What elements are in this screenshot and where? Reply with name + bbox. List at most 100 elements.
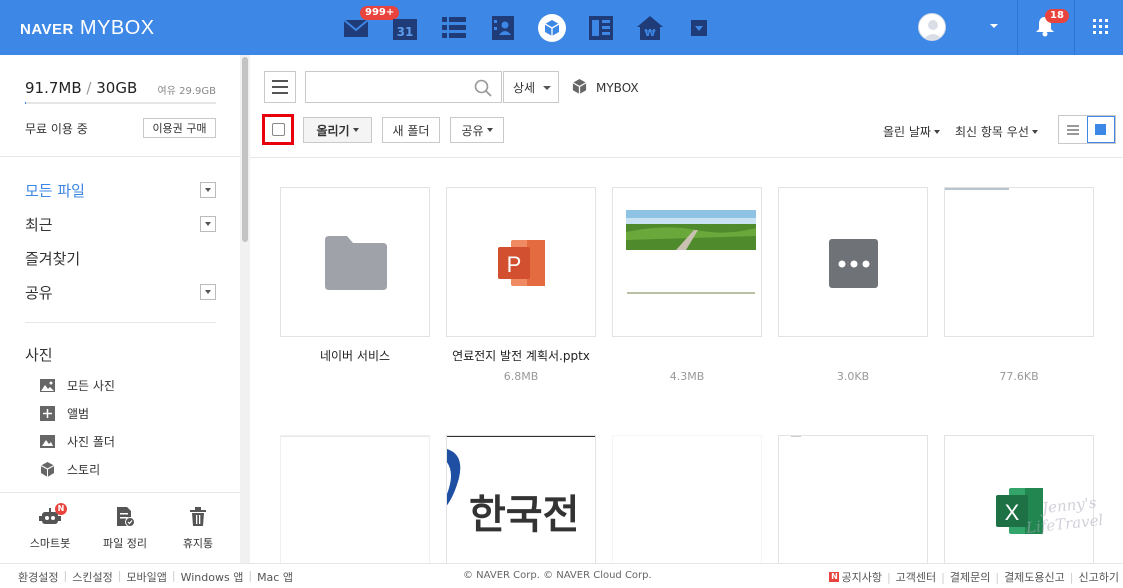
office-app-icon[interactable] — [585, 12, 617, 44]
menu-toggle-button[interactable] — [264, 71, 296, 103]
file-card-pptx[interactable]: P — [446, 187, 596, 337]
search-icon[interactable] — [474, 79, 492, 100]
caret-down-icon — [933, 129, 940, 134]
nav-shared[interactable]: 공유 — [25, 281, 216, 303]
grid-view-icon — [1095, 124, 1107, 135]
footer-link-payment-fraud[interactable]: 결제도용신고 — [1004, 569, 1065, 585]
pay-app-icon[interactable]: ₩ — [634, 12, 666, 44]
photos-section-title: 사진 — [25, 346, 53, 364]
footer-links-right: N 공지사항 | 고객센터 | 결제문의 | 결제도용신고 | 신고하기 — [829, 569, 1119, 585]
calendar-day: 31 — [396, 25, 414, 39]
sidebar-divider — [25, 322, 216, 323]
nav-recent[interactable]: 최근 — [25, 213, 216, 235]
list-view-button[interactable] — [1059, 116, 1087, 143]
sort-order-dropdown[interactable]: 최신 항목 우선 — [955, 123, 1038, 140]
sort-by-date-dropdown[interactable]: 올린 날짜 — [883, 123, 940, 140]
upload-button[interactable]: 올리기 — [303, 117, 372, 143]
mybox-app-icon[interactable] — [536, 12, 568, 44]
file-card-other[interactable] — [778, 187, 928, 337]
footer-copyright: © NAVER Corp. © NAVER Cloud Corp. — [463, 570, 652, 581]
file-name[interactable]: 네이버 서비스 — [270, 347, 440, 364]
thumbnail-line — [945, 188, 1009, 190]
calendar-app-icon[interactable]: 31 — [389, 12, 421, 44]
search-input[interactable] — [306, 72, 466, 102]
file-name[interactable]: 연료전지 발전 계획서.pptx — [436, 347, 606, 364]
grid-view-button[interactable] — [1086, 116, 1115, 143]
naver-mybox-logo[interactable]: NAVER MYBOX — [20, 17, 155, 40]
nav-all-files-label: 모든 파일 — [25, 181, 85, 200]
select-all-checkbox-highlight — [262, 114, 294, 145]
list-view-icon — [1066, 124, 1079, 135]
sidebar: 91.7MB / 30GB 여유 29.9GB 무료 이용 중 이용권 구매 모… — [0, 55, 250, 563]
scrollbar-thumb[interactable] — [242, 57, 248, 242]
footer-link-mac-app[interactable]: Mac 앱 — [257, 569, 293, 585]
footer-link-support[interactable]: 고객센터 — [896, 569, 936, 585]
svg-text:₩: ₩ — [644, 28, 655, 39]
photo-item-album[interactable]: 앨범 — [40, 405, 89, 421]
detail-search-select[interactable]: 상세 — [503, 71, 559, 103]
top-header-bar: NAVER MYBOX 999+ 31 ₩ 18 — [0, 0, 1123, 55]
storage-progress-bar — [25, 102, 216, 104]
file-cleanup-button[interactable]: 파일 정리 — [95, 505, 155, 551]
header-divider — [1017, 0, 1018, 55]
share-button[interactable]: 공유 — [450, 117, 504, 143]
chevron-down-icon[interactable] — [200, 182, 216, 198]
mybox-logo-text: MYBOX — [79, 17, 155, 39]
powerpoint-icon: P — [498, 240, 545, 286]
chevron-down-icon[interactable] — [200, 216, 216, 232]
file-card-folder[interactable] — [280, 187, 430, 337]
photo-item-all[interactable]: 모든 사진 — [40, 377, 115, 393]
folder-icon — [325, 236, 387, 290]
footer-link-mobile-app[interactable]: 모바일앱 — [126, 569, 166, 585]
footer-link-report[interactable]: 신고하기 — [1079, 569, 1119, 585]
mybox-cube-icon — [571, 78, 588, 98]
nav-all-files[interactable]: 모든 파일 — [25, 179, 216, 201]
select-all-checkbox[interactable] — [271, 123, 285, 136]
task-list-app-icon[interactable] — [438, 12, 470, 44]
caret-down-icon — [486, 128, 493, 132]
chevron-down-icon[interactable] — [200, 284, 216, 300]
breadcrumb: MYBOX — [571, 78, 639, 98]
footer: 환경설정 | 스킨설정 | 모바일앱 | Windows 앱 | Mac 앱 © NAV… — [0, 563, 1123, 588]
thumbnail-line — [627, 292, 755, 294]
file-card-landscape-image[interactable] — [612, 187, 762, 337]
breadcrumb-root[interactable]: MYBOX — [596, 81, 639, 95]
notification-count-badge: 18 — [1045, 9, 1069, 23]
search-box[interactable] — [305, 71, 502, 103]
storage-progress-fill — [25, 102, 26, 104]
image-icon — [40, 378, 55, 393]
apps-grid-icon[interactable] — [1093, 19, 1109, 38]
photo-item-label: 사진 폴더 — [67, 434, 115, 449]
mail-app-icon[interactable]: 999+ — [340, 6, 400, 44]
nav-favorites-label: 즐겨찾기 — [25, 249, 81, 268]
naver-logo-text: NAVER — [20, 21, 74, 38]
new-folder-button[interactable]: 새 폴더 — [382, 117, 440, 143]
footer-link-skin[interactable]: 스킨설정 — [72, 569, 112, 585]
buy-plan-button[interactable]: 이용권 구매 — [143, 118, 216, 138]
file-size: 3.0KB — [836, 370, 870, 383]
korean-doc-text: 한국전 — [469, 492, 580, 538]
sort-order-label: 최신 항목 우선 — [955, 125, 1029, 139]
album-icon — [40, 405, 55, 421]
sidebar-scrollbar[interactable] — [240, 55, 250, 563]
svg-text:X: X — [1005, 500, 1020, 525]
footer-link-notice[interactable]: 공지사항 — [841, 569, 881, 585]
app-switcher: 999+ 31 ₩ — [340, 6, 732, 44]
nav-shared-label: 공유 — [25, 283, 53, 302]
account-dropdown-icon[interactable] — [990, 24, 998, 28]
photo-item-story[interactable]: 스토리 — [40, 461, 100, 477]
footer-link-windows-app[interactable]: Windows 앱 — [181, 569, 244, 585]
footer-link-payment-inquiry[interactable]: 결제문의 — [950, 569, 990, 585]
file-card-document-image[interactable] — [944, 187, 1094, 337]
user-avatar[interactable] — [918, 13, 946, 41]
photo-item-folder[interactable]: 사진 폴더 — [40, 433, 115, 449]
contacts-app-icon[interactable] — [487, 12, 519, 44]
smartbot-button[interactable]: N 스마트봇 — [20, 503, 80, 551]
caret-down-icon — [1031, 129, 1038, 134]
more-apps-dropdown-icon[interactable] — [683, 12, 715, 44]
trash-icon — [190, 507, 206, 526]
storage-free: 여유 29.9GB — [157, 86, 216, 97]
trash-button[interactable]: 휴지통 — [168, 505, 228, 551]
nav-favorites[interactable]: 즐겨찾기 — [25, 247, 216, 269]
footer-link-settings[interactable]: 환경설정 — [18, 569, 58, 585]
